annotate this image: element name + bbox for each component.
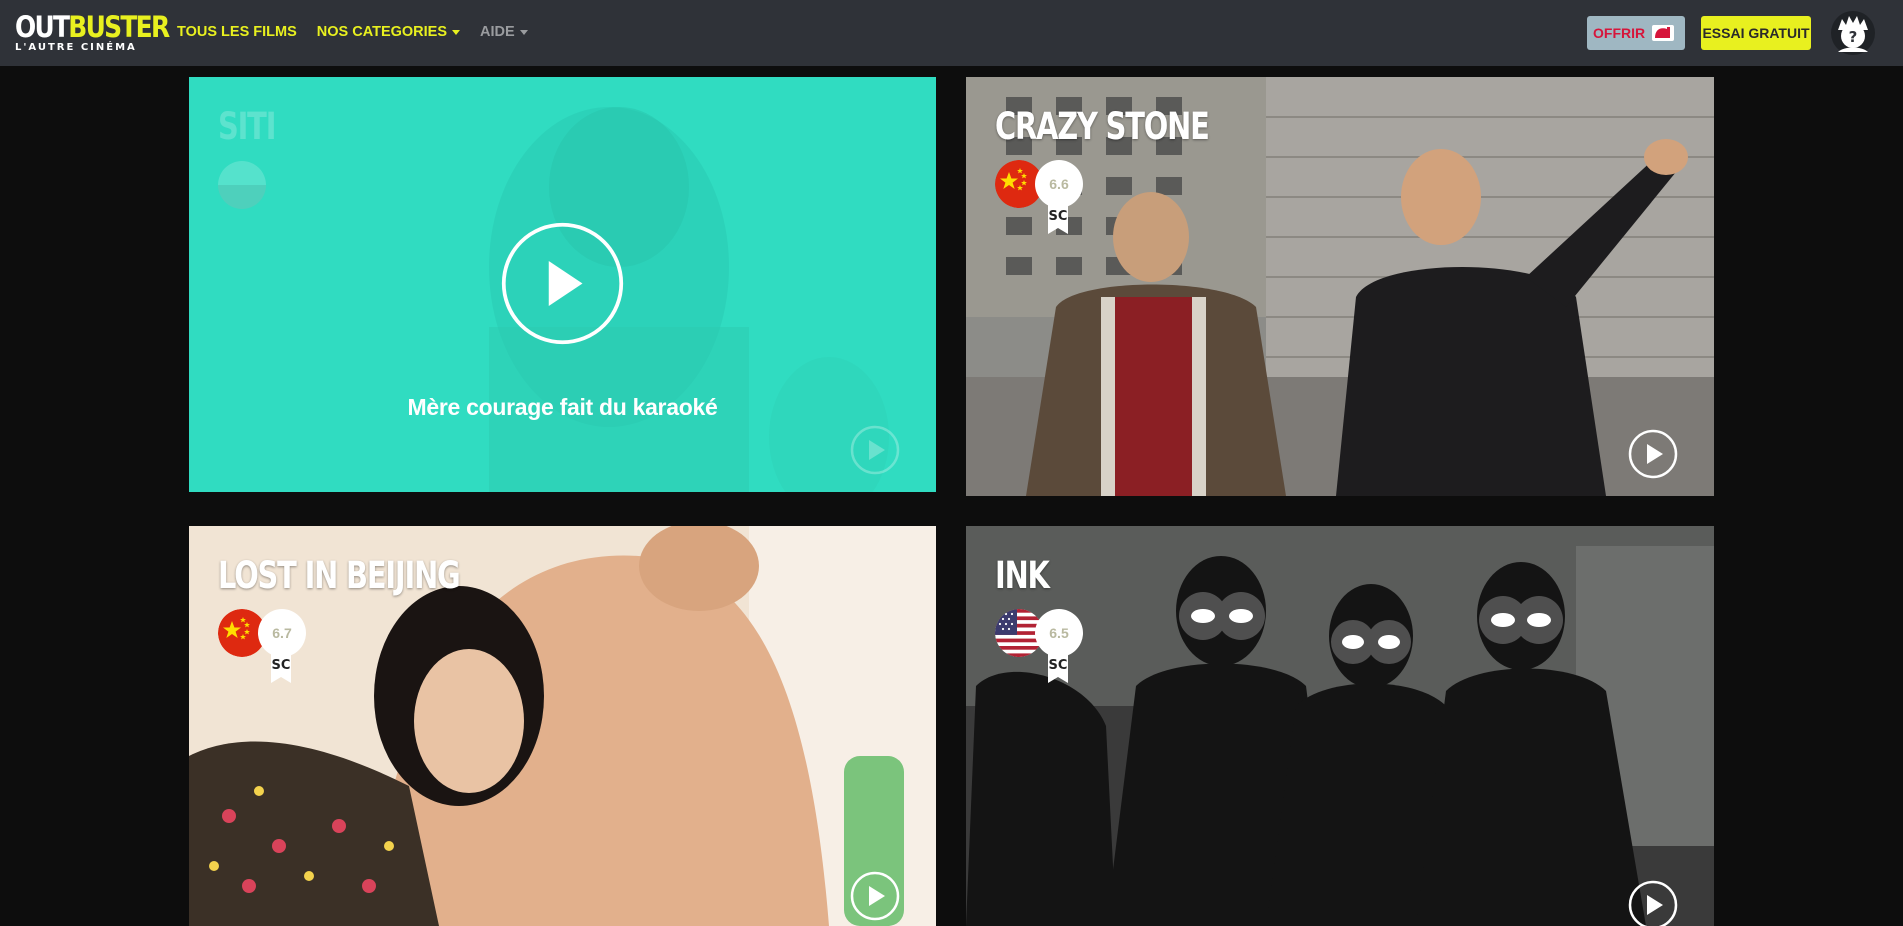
play-button-icon[interactable] xyxy=(1628,880,1678,926)
rating-badge: 6.6 xyxy=(1035,160,1083,208)
flag-icon xyxy=(218,161,266,209)
nav-tous-les-films[interactable]: TOUS LES FILMS xyxy=(177,24,297,40)
senscritique-badge-icon xyxy=(1048,204,1068,234)
nav-aide-dropdown[interactable]: AIDE xyxy=(480,24,528,40)
chevron-down-icon xyxy=(519,29,528,35)
gift-card-icon xyxy=(1652,25,1674,41)
logo-wordmark: OUTBUSTER xyxy=(15,10,170,44)
film-badges: 6.7 xyxy=(218,609,308,683)
film-badges: 6.5 xyxy=(995,609,1085,683)
senscritique-badge-icon xyxy=(271,653,291,683)
logo-buster: BUSTER xyxy=(68,10,170,44)
film-title: SITI xyxy=(218,105,276,148)
svg-text:?: ? xyxy=(1849,28,1858,46)
outbuster-logo[interactable]: OUTBUSTER L'AUTRE CINÉMA xyxy=(15,10,170,56)
essai-gratuit-label: ESSAI GRATUIT xyxy=(1702,25,1810,41)
nav-aide-label: AIDE xyxy=(480,24,515,40)
chevron-down-icon xyxy=(452,29,461,35)
film-card-crazy-stone[interactable]: CRAZY STONE 6.6 xyxy=(966,77,1714,496)
film-poster-image-ink xyxy=(966,526,1714,926)
film-card-lost-in-beijing[interactable]: LOST IN BEIJING 6.7 xyxy=(189,526,936,926)
essai-gratuit-button[interactable]: ESSAI GRATUIT xyxy=(1701,16,1811,50)
nav-nos-categories-label: NOS CATEGORIES xyxy=(316,24,448,40)
rating-badge: 6.5 xyxy=(1035,609,1083,657)
film-title: INK xyxy=(995,554,1050,597)
film-card-siti[interactable]: SITI Mère courage fait du karaoké xyxy=(189,77,936,492)
play-button-large-icon[interactable] xyxy=(500,221,625,346)
nav-nos-categories-dropdown[interactable]: NOS CATEGORIES xyxy=(316,24,461,40)
top-navbar: OUTBUSTER L'AUTRE CINÉMA TOUS LES FILMS … xyxy=(0,0,1903,66)
film-card-ink[interactable]: INK 6.5 xyxy=(966,526,1714,926)
play-button-icon[interactable] xyxy=(850,871,900,921)
help-mascot-icon[interactable]: ? xyxy=(1830,10,1876,56)
offrir-button[interactable]: OFFRIR xyxy=(1587,16,1685,50)
film-badges: 6.6 xyxy=(995,160,1085,234)
rating-badge: 6.7 xyxy=(258,609,306,657)
film-title: LOST IN BEIJING xyxy=(218,554,461,597)
logo-out: OUT xyxy=(15,10,70,44)
play-button-icon[interactable] xyxy=(850,425,900,475)
film-title: CRAZY STONE xyxy=(995,105,1210,148)
main-nav: TOUS LES FILMS NOS CATEGORIES AIDE xyxy=(177,24,528,40)
offrir-label: OFFRIR xyxy=(1593,25,1646,41)
play-button-icon[interactable] xyxy=(1628,429,1678,479)
film-tagline: Mère courage fait du karaoké xyxy=(407,394,718,420)
senscritique-badge-icon xyxy=(1048,653,1068,683)
